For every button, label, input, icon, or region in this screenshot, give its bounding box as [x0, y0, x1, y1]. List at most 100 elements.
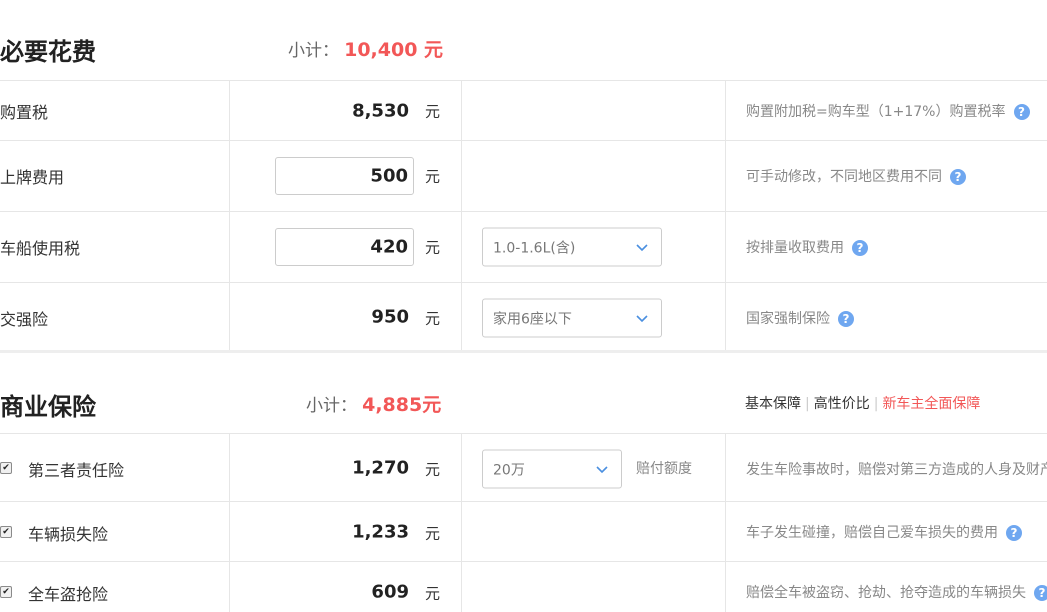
required-costs-title: 必要花费	[0, 38, 96, 66]
commercial-insurance-title: 商业保险	[0, 393, 96, 421]
row-label: 车船使用税	[0, 239, 81, 258]
row-note: 发生车险事故时，赔偿对第三方造成的人身及财产	[746, 459, 1047, 479]
required-costs-header: 必要花费 小计： 10,400 元	[0, 0, 1047, 80]
subtotal-label: 小计：	[306, 396, 357, 416]
checkbox-checked-icon[interactable]: ✔	[0, 526, 12, 538]
insurance-row-theft: ✔ 全车盗抢险 609 元 赔偿全车被盗窃、抢劫、抢夺造成的车辆损失?	[0, 561, 1047, 612]
column-divider	[725, 434, 726, 502]
row-note-text: 国家强制保险	[746, 311, 830, 327]
row-label: 全车盗抢险	[28, 585, 109, 604]
commercial-insurance-header: 商业保险 小计： 4,885元 基本保障 | 高性价比 | 新车主全面保障	[0, 350, 1047, 436]
column-divider	[229, 434, 230, 502]
row-note: 赔偿全车被盗窃、抢劫、抢夺造成的车辆损失?	[746, 582, 1047, 602]
row-note-text: 车子发生碰撞，赔偿自己爱车损失的费用	[746, 525, 998, 541]
tab-divider: |	[873, 396, 879, 412]
chevron-down-icon	[636, 243, 648, 251]
row-unit: 元	[425, 238, 441, 257]
column-divider	[461, 502, 462, 562]
column-divider	[229, 283, 230, 351]
row-label: 车辆损失险	[28, 525, 109, 544]
insurance-row-vehicle-damage: ✔ 车辆损失险 1,233 元 车子发生碰撞，赔偿自己爱车损失的费用?	[0, 501, 1047, 562]
row-amount: 1,233	[352, 521, 409, 543]
row-label: 上牌费用	[0, 168, 65, 187]
help-circle-icon[interactable]: ?	[1034, 585, 1047, 601]
cost-row-vehicle-tax: 车船使用税 420 元 1.0-1.6L(含) 按排量收取费用?	[0, 211, 1047, 283]
row-unit: 元	[425, 524, 441, 543]
required-subtotal: 小计： 10,400 元	[288, 35, 443, 62]
column-divider	[725, 212, 726, 283]
vehicle-tax-input[interactable]: 420	[275, 228, 414, 266]
column-divider	[725, 141, 726, 212]
row-unit: 元	[425, 167, 441, 186]
row-amount: 8,530	[352, 100, 409, 122]
row-amount: 1,270	[352, 457, 409, 479]
column-divider	[229, 212, 230, 283]
row-unit: 元	[425, 309, 441, 328]
column-divider	[725, 562, 726, 612]
row-label: 购置税	[0, 103, 49, 122]
column-divider	[461, 81, 462, 141]
column-divider	[725, 502, 726, 562]
row-note: 国家强制保险?	[746, 308, 854, 328]
coverage-amount-select[interactable]: 20万	[482, 449, 622, 489]
subtotal-value: 4,885元	[362, 394, 442, 416]
row-note-text: 赔偿全车被盗窃、抢劫、抢夺造成的车辆损失	[746, 585, 1026, 601]
help-circle-icon[interactable]: ?	[852, 240, 868, 256]
tab-value[interactable]: 高性价比	[814, 396, 870, 412]
select-value: 20万	[493, 462, 525, 478]
row-note: 购置附加税=购车型（1+17%）购置税率?	[746, 101, 1030, 121]
help-circle-icon[interactable]: ?	[950, 169, 966, 185]
row-note: 按排量收取费用?	[746, 237, 868, 257]
row-amount: 609	[371, 581, 409, 603]
seat-type-select[interactable]: 家用6座以下	[482, 298, 662, 338]
column-divider	[229, 562, 230, 612]
row-amount: 950	[371, 306, 409, 328]
input-value: 500	[370, 165, 408, 187]
column-divider	[725, 81, 726, 141]
registration-fee-input[interactable]: 500	[275, 157, 414, 195]
select-value: 1.0-1.6L(含)	[493, 240, 576, 256]
column-divider	[229, 502, 230, 562]
column-divider	[461, 562, 462, 612]
subtotal-value: 10,400 元	[344, 39, 444, 61]
cost-row-registration-fee: 上牌费用 500 元 可手动修改，不同地区费用不同?	[0, 140, 1047, 212]
column-divider	[461, 434, 462, 502]
tab-basic[interactable]: 基本保障	[745, 396, 801, 412]
row-label: 交强险	[0, 310, 49, 329]
select-caption: 赔付额度	[636, 461, 692, 477]
column-divider	[461, 283, 462, 351]
row-note-text: 可手动修改，不同地区费用不同	[746, 169, 942, 185]
checkbox-checked-icon[interactable]: ✔	[0, 586, 12, 598]
row-label: 第三者责任险	[28, 461, 125, 480]
column-divider	[229, 81, 230, 141]
chevron-down-icon	[636, 314, 648, 322]
row-note-text: 发生车险事故时，赔偿对第三方造成的人身及财产	[746, 462, 1047, 478]
chevron-down-icon	[596, 465, 608, 473]
column-divider	[725, 283, 726, 351]
checkbox-checked-icon[interactable]: ✔	[0, 462, 12, 474]
help-circle-icon[interactable]: ?	[1006, 525, 1022, 541]
content-area: 必要花费 小计： 10,400 元 购置税 8,530 元 购置附加税=购车型（…	[0, 0, 1047, 612]
cost-row-purchase-tax: 购置税 8,530 元 购置附加税=购车型（1+17%）购置税率?	[0, 80, 1047, 141]
tab-full-coverage[interactable]: 新车主全面保障	[882, 396, 980, 412]
select-value: 家用6座以下	[493, 311, 572, 327]
row-unit: 元	[425, 460, 441, 479]
row-unit: 元	[425, 584, 441, 603]
row-note: 车子发生碰撞，赔偿自己爱车损失的费用?	[746, 522, 1022, 542]
input-value: 420	[370, 236, 408, 258]
help-circle-icon[interactable]: ?	[1013, 104, 1030, 120]
row-note: 可手动修改，不同地区费用不同?	[746, 166, 966, 186]
row-note-text: 按排量收取费用	[746, 240, 844, 256]
subtotal-label: 小计：	[288, 41, 339, 61]
displacement-select[interactable]: 1.0-1.6L(含)	[482, 227, 662, 267]
insurance-plan-tabs: 基本保障 | 高性价比 | 新车主全面保障	[745, 393, 980, 413]
column-divider	[461, 141, 462, 212]
row-unit: 元	[425, 102, 441, 121]
cost-row-compulsory-insurance: 交强险 950 元 家用6座以下 国家强制保险?	[0, 282, 1047, 351]
insurance-row-third-party: ✔ 第三者责任险 1,270 元 20万 赔付额度 发生车险事故时，赔偿对第三方…	[0, 433, 1047, 502]
column-divider	[229, 141, 230, 212]
row-note-text: 购置附加税=购车型（1+17%）购置税率	[746, 104, 1006, 120]
help-circle-icon[interactable]: ?	[838, 311, 854, 327]
commercial-subtotal: 小计： 4,885元	[306, 390, 441, 417]
column-divider	[461, 212, 462, 283]
